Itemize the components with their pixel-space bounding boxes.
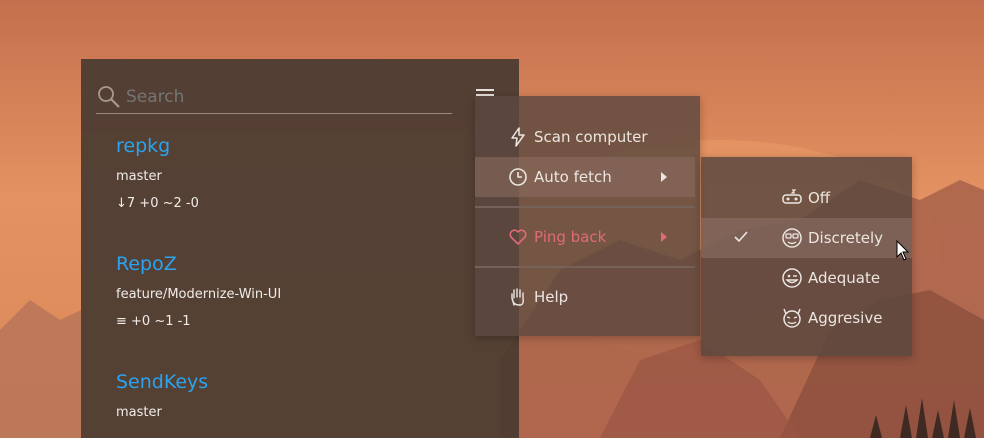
repo-item[interactable]: repkg master ↓7 +0 ~2 -0 bbox=[116, 135, 199, 211]
submenu-item-label: Off bbox=[808, 189, 831, 207]
lightning-icon bbox=[507, 126, 529, 148]
repo-status: ≡ +0 ~1 -1 bbox=[116, 314, 191, 329]
submenu-item-discretely[interactable]: Discretely bbox=[701, 218, 912, 258]
hand-icon bbox=[507, 286, 529, 308]
search-icon bbox=[96, 84, 122, 110]
menu-separator bbox=[475, 206, 695, 208]
menu-item-help[interactable]: Help bbox=[475, 277, 695, 317]
submenu-item-aggresive[interactable]: Aggresive bbox=[701, 298, 912, 338]
submenu-arrow-icon bbox=[661, 232, 667, 242]
menu-item-ping-back[interactable]: Ping back bbox=[475, 217, 695, 257]
repo-item[interactable]: SendKeys master bbox=[116, 371, 208, 420]
search-box[interactable] bbox=[96, 81, 452, 114]
menu-item-auto-fetch[interactable]: Auto fetch bbox=[475, 157, 695, 197]
heart-icon bbox=[507, 226, 529, 248]
repo-list-panel: repkg master ↓7 +0 ~2 -0 RepoZ feature/M… bbox=[81, 59, 519, 438]
context-menu: Scan computer Auto fetch Ping back Help bbox=[475, 96, 700, 336]
repo-branch: feature/Modernize-Win-UI bbox=[116, 287, 282, 302]
clock-icon bbox=[507, 166, 529, 188]
submenu-arrow-icon bbox=[661, 172, 667, 182]
repo-name: repkg bbox=[116, 135, 171, 157]
menu-item-label: Ping back bbox=[534, 228, 607, 246]
checkmark-icon bbox=[733, 230, 749, 244]
submenu-item-adequate[interactable]: Adequate bbox=[701, 258, 912, 298]
submenu-item-label: Adequate bbox=[808, 269, 881, 287]
auto-fetch-submenu: Off Discretely Adequate Aggresive bbox=[701, 157, 912, 356]
submenu-item-off[interactable]: Off bbox=[701, 178, 912, 218]
repo-name: SendKeys bbox=[116, 371, 209, 393]
nerd-emoji-icon bbox=[781, 227, 803, 249]
menu-item-label: Help bbox=[534, 288, 569, 306]
search-input[interactable] bbox=[126, 87, 436, 107]
repo-branch: master bbox=[116, 169, 162, 184]
repo-name: RepoZ bbox=[116, 253, 177, 275]
repo-status: ↓7 +0 ~2 -0 bbox=[116, 196, 199, 211]
menu-separator bbox=[475, 266, 695, 268]
devil-emoji-icon bbox=[781, 307, 803, 329]
repo-item[interactable]: RepoZ feature/Modernize-Win-UI ≡ +0 ~1 -… bbox=[116, 253, 281, 329]
mouse-cursor-icon bbox=[896, 239, 910, 262]
menu-item-scan-computer[interactable]: Scan computer bbox=[475, 117, 695, 157]
repo-branch: master bbox=[116, 405, 162, 420]
sleeping-emoji-icon bbox=[781, 187, 803, 209]
wink-emoji-icon bbox=[781, 267, 803, 289]
submenu-item-label: Discretely bbox=[808, 229, 883, 247]
submenu-item-label: Aggresive bbox=[808, 309, 883, 327]
menu-item-label: Auto fetch bbox=[534, 168, 612, 186]
menu-item-label: Scan computer bbox=[534, 128, 648, 146]
